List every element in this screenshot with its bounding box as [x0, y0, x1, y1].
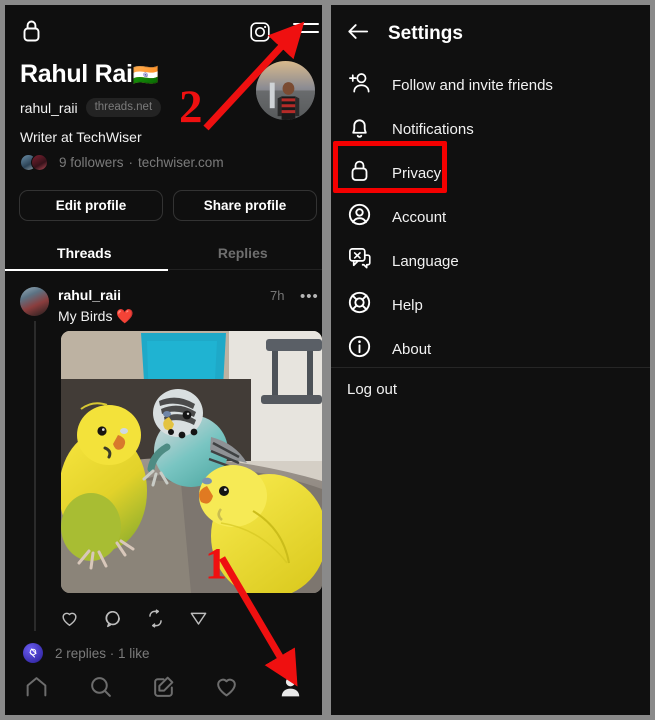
screenshot-frame: Rahul Rai🇮🇳 rahul_raii threads.net Write… [0, 0, 655, 720]
settings-item-label: Follow and invite friends [392, 76, 553, 94]
tab-active-indicator [5, 269, 168, 271]
annotation-number-2: 2 [179, 81, 203, 133]
tab-threads[interactable]: Threads [5, 235, 164, 270]
post-stats[interactable]: 2 replies · 1 like [55, 646, 150, 661]
post-stats-row: 2 replies · 1 like [23, 643, 150, 663]
settings-item-label: Notifications [392, 120, 474, 138]
settings-title: Settings [388, 23, 463, 44]
settings-item-label: Language [392, 252, 459, 270]
add-person-icon [347, 70, 372, 100]
hamburger-menu-icon[interactable] [293, 23, 319, 39]
follower-avatars [20, 154, 54, 171]
meta-separator: · [128, 155, 134, 170]
burger-line-1 [293, 23, 319, 25]
post-author-username[interactable]: rahul_raii [58, 287, 121, 303]
post-text: My Birds ❤️ [58, 308, 134, 324]
thread-connector-line [34, 321, 36, 631]
settings-item-account[interactable]: Account [331, 195, 650, 239]
lock-icon[interactable] [21, 19, 42, 47]
settings-item-language[interactable]: Language [331, 239, 650, 283]
handle-row: rahul_raii threads.net [20, 98, 162, 117]
edit-profile-button[interactable]: Edit profile [19, 190, 163, 221]
annotation-number-1: 1 [205, 539, 227, 588]
bottom-navigation [5, 663, 322, 715]
comment-icon[interactable] [103, 609, 122, 633]
profile-topbar [5, 5, 322, 51]
settings-divider [331, 367, 650, 368]
lock-icon [347, 158, 372, 188]
country-flag: 🇮🇳 [132, 64, 159, 87]
back-arrow-icon[interactable] [347, 22, 369, 46]
post-author-avatar[interactable] [20, 287, 49, 316]
threads-settings-screen: Settings Follow and invite friends Notif… [331, 5, 650, 715]
activity-heart-icon[interactable] [214, 674, 239, 704]
followers-count[interactable]: 9 followers [59, 155, 124, 170]
settings-item-privacy[interactable]: Privacy [331, 151, 650, 195]
compose-icon[interactable] [151, 674, 176, 704]
settings-header: Settings [331, 5, 650, 63]
settings-item-follow-invite[interactable]: Follow and invite friends [331, 63, 650, 107]
settings-item-notifications[interactable]: Notifications [331, 107, 650, 151]
logout-button[interactable]: Log out [347, 381, 397, 398]
settings-item-label: About [392, 340, 432, 358]
follower-avatar-2 [31, 154, 48, 171]
profile-link[interactable]: techwiser.com [138, 155, 224, 170]
page-title: Rahul Rai🇮🇳 [20, 60, 159, 89]
settings-item-help[interactable]: Help [331, 283, 650, 327]
username: rahul_raii [20, 99, 78, 116]
settings-item-label: Privacy [392, 164, 442, 182]
post-more-options-button[interactable]: ••• [300, 288, 319, 305]
panel-divider [322, 5, 331, 715]
display-name: Rahul Rai [20, 60, 133, 88]
share-icon[interactable] [189, 609, 208, 633]
account-circle-icon [347, 202, 372, 232]
burger-line-2 [293, 31, 319, 33]
threads-logo-icon [23, 643, 43, 663]
like-icon[interactable] [60, 609, 79, 633]
tab-baseline [168, 269, 322, 270]
home-icon[interactable] [24, 674, 49, 704]
lifebuoy-help-icon [347, 290, 372, 320]
tab-replies[interactable]: Replies [164, 235, 323, 270]
info-circle-icon [347, 334, 372, 364]
profile-icon[interactable] [278, 674, 303, 704]
avatar[interactable] [256, 61, 315, 120]
threads-profile-screen: Rahul Rai🇮🇳 rahul_raii threads.net Write… [5, 5, 322, 715]
settings-list: Follow and invite friends Notifications [331, 63, 650, 371]
profile-action-buttons: Edit profile Share profile [19, 190, 317, 221]
bell-icon [347, 114, 372, 144]
settings-item-label: Help [392, 296, 423, 314]
profile-bio: Writer at TechWiser [20, 129, 142, 145]
search-icon[interactable] [88, 674, 113, 704]
post-image[interactable] [61, 331, 322, 593]
settings-item-label: Account [392, 208, 447, 226]
profile-meta: 9 followers · techwiser.com [20, 154, 224, 171]
post-actions [60, 609, 208, 633]
post-timestamp: 7h [270, 288, 285, 303]
instagram-icon[interactable] [249, 21, 271, 48]
repost-icon[interactable] [146, 609, 165, 633]
domain-badge[interactable]: threads.net [85, 98, 162, 117]
language-translate-icon [347, 246, 372, 276]
settings-item-about[interactable]: About [331, 327, 650, 371]
profile-tabs: Threads Replies [5, 235, 322, 270]
share-profile-button[interactable]: Share profile [173, 190, 317, 221]
